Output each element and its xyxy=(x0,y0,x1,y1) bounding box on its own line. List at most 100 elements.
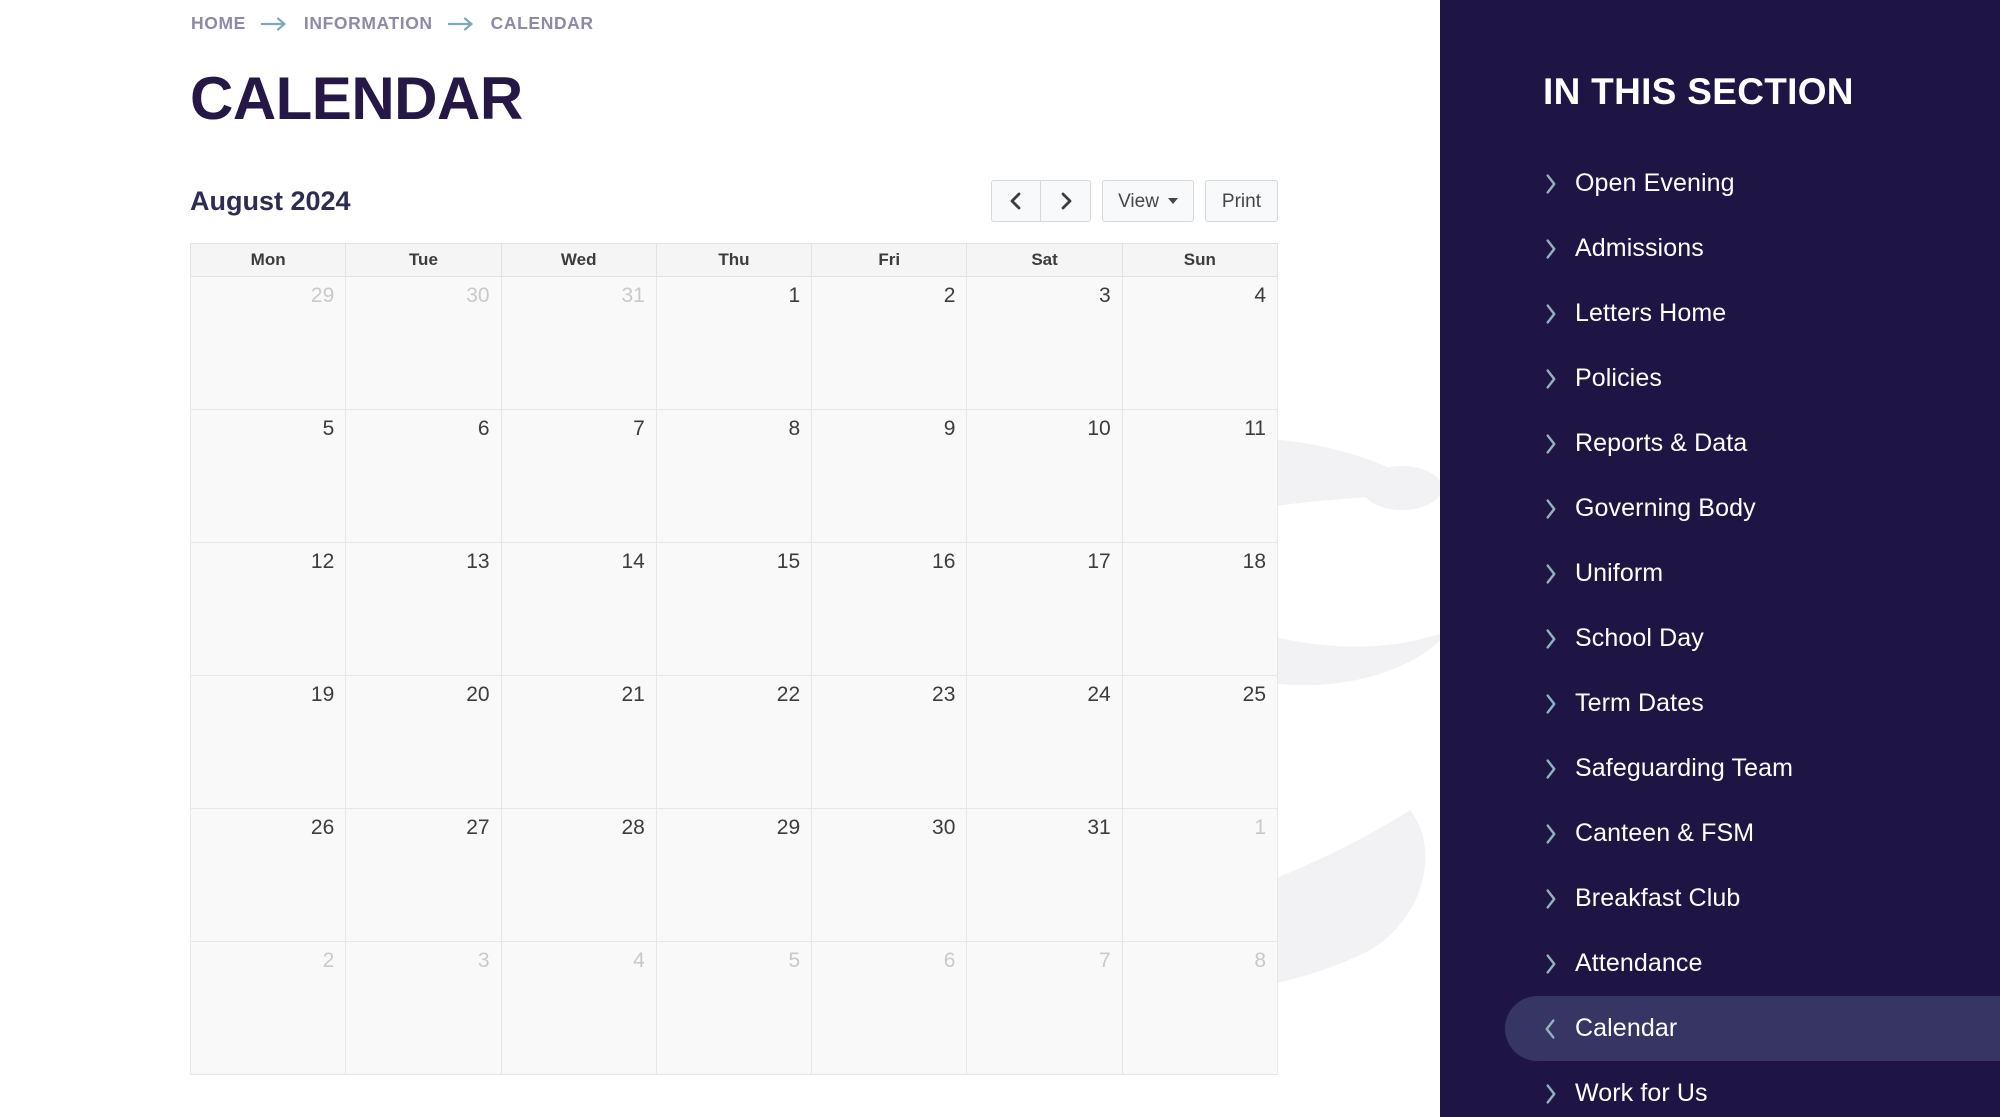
calendar-day-cell[interactable]: 23 xyxy=(811,675,968,809)
calendar-day-cell[interactable]: 26 xyxy=(189,808,347,942)
calendar-day-cell[interactable]: 30 xyxy=(811,808,968,942)
sidebar-link-open-evening[interactable]: Open Evening xyxy=(1440,151,2000,216)
chevron-right-icon xyxy=(1543,497,1558,521)
calendar-grid: Mon Tue Wed Thu Fri Sat Sun 29 30 31 1 2 3 4 5 6… xyxy=(189,243,1279,1075)
sidebar-link-attendance[interactable]: Attendance xyxy=(1440,931,2000,996)
sidebar-nav-list: Open Evening Admissions Letters Home Polici… xyxy=(1440,151,2000,1117)
sidebar-item-governing-body[interactable]: Governing Body xyxy=(1440,476,2000,541)
calendar-day-cell[interactable]: 20 xyxy=(345,675,502,809)
sidebar-link-term-dates[interactable]: Term Dates xyxy=(1440,671,2000,736)
calendar-day-cell[interactable]: 24 xyxy=(966,675,1123,809)
calendar-day-cell[interactable]: 12 xyxy=(189,542,347,676)
calendar-day-cell[interactable]: 13 xyxy=(345,542,502,676)
calendar-day-cell[interactable]: 5 xyxy=(189,409,347,543)
sidebar-link-calendar[interactable]: Calendar xyxy=(1505,996,2000,1061)
calendar-day-cell[interactable]: 1 xyxy=(1121,808,1279,942)
calendar-day-cell[interactable]: 29 xyxy=(189,276,347,410)
chevron-left-icon xyxy=(1008,191,1024,211)
chevron-right-icon xyxy=(1543,367,1558,391)
calendar-day-cell[interactable]: 30 xyxy=(345,276,502,410)
sidebar-link-policies[interactable]: Policies xyxy=(1440,346,2000,411)
sidebar-link-canteen-and-fsm[interactable]: Canteen & FSM xyxy=(1440,801,2000,866)
main-content: HOME INFORMATION CALENDAR CALENDAR Augus… xyxy=(0,0,1440,1117)
calendar-day-cell[interactable]: 5 xyxy=(655,941,813,1075)
calendar-day-cell[interactable]: 1 xyxy=(655,276,813,410)
breadcrumb-item-calendar: CALENDAR xyxy=(490,13,594,33)
sidebar-item-label: Calendar xyxy=(1575,1014,1678,1042)
sidebar-link-uniform[interactable]: Uniform xyxy=(1440,541,2000,606)
sidebar-link-work-for-us[interactable]: Work for Us xyxy=(1440,1061,2000,1117)
sidebar-item-school-day[interactable]: School Day xyxy=(1440,606,2000,671)
chevron-right-icon xyxy=(1543,952,1558,976)
calendar-day-cell[interactable]: 10 xyxy=(966,409,1123,543)
calendar-day-cell[interactable]: 9 xyxy=(811,409,968,543)
sidebar-item-canteen-and-fsm[interactable]: Canteen & FSM xyxy=(1440,801,2000,866)
sidebar-item-label: Work for Us xyxy=(1575,1079,1708,1107)
sidebar-item-breakfast-club[interactable]: Breakfast Club xyxy=(1440,866,2000,931)
calendar-day-cell[interactable]: 25 xyxy=(1121,675,1279,809)
calendar-day-cell[interactable]: 2 xyxy=(189,941,347,1075)
calendar-day-cell[interactable]: 3 xyxy=(966,276,1123,410)
sidebar-item-uniform[interactable]: Uniform xyxy=(1440,541,2000,606)
calendar-day-cell[interactable]: 7 xyxy=(966,941,1123,1075)
calendar-day-cell[interactable]: 28 xyxy=(500,808,657,942)
sidebar-link-admissions[interactable]: Admissions xyxy=(1440,216,2000,281)
calendar-day-cell[interactable]: 17 xyxy=(966,542,1123,676)
next-month-button[interactable] xyxy=(1041,180,1092,222)
sidebar-item-open-evening[interactable]: Open Evening xyxy=(1440,151,2000,216)
sidebar-item-label: Letters Home xyxy=(1575,299,1727,327)
sidebar-link-reports-and-data[interactable]: Reports & Data xyxy=(1440,411,2000,476)
sidebar-item-attendance[interactable]: Attendance xyxy=(1440,931,2000,996)
breadcrumb-item-home[interactable]: HOME xyxy=(191,13,246,34)
calendar-day-cell[interactable]: 11 xyxy=(1121,409,1279,543)
view-dropdown-button[interactable]: View xyxy=(1102,180,1194,222)
calendar-day-cell[interactable]: 19 xyxy=(189,675,347,809)
sidebar-item-label: Attendance xyxy=(1575,949,1703,977)
calendar-day-cell[interactable]: 8 xyxy=(655,409,813,543)
calendar-day-cell[interactable]: 22 xyxy=(655,675,813,809)
calendar-day-cell[interactable]: 6 xyxy=(811,941,968,1075)
chevron-right-icon xyxy=(1543,822,1558,846)
calendar-day-cell[interactable]: 4 xyxy=(1121,276,1279,410)
calendar-day-cell[interactable]: 14 xyxy=(500,542,657,676)
print-button[interactable]: Print xyxy=(1204,180,1278,222)
sidebar-link-school-day[interactable]: School Day xyxy=(1440,606,2000,671)
sidebar-item-reports-and-data[interactable]: Reports & Data xyxy=(1440,411,2000,476)
calendar-week-row: 29 30 31 1 2 3 4 xyxy=(189,276,1279,410)
sidebar-item-policies[interactable]: Policies xyxy=(1440,346,2000,411)
calendar-day-cell[interactable]: 31 xyxy=(966,808,1123,942)
calendar-day-cell[interactable]: 2 xyxy=(811,276,968,410)
sidebar-item-term-dates[interactable]: Term Dates xyxy=(1440,671,2000,736)
calendar-day-cell[interactable]: 8 xyxy=(1121,941,1279,1075)
calendar-day-cell[interactable]: 31 xyxy=(500,276,657,410)
calendar-day-cell[interactable]: 7 xyxy=(500,409,657,543)
page-title: CALENDAR xyxy=(190,65,523,132)
calendar-day-cell[interactable]: 6 xyxy=(345,409,502,543)
calendar-day-cell[interactable]: 16 xyxy=(811,542,968,676)
sidebar-item-calendar[interactable]: Calendar xyxy=(1505,996,2000,1061)
sidebar-item-safeguarding-team[interactable]: Safeguarding Team xyxy=(1440,736,2000,801)
chevron-right-icon xyxy=(1543,1082,1558,1106)
calendar-day-cell[interactable]: 27 xyxy=(345,808,502,942)
calendar-day-cell[interactable]: 4 xyxy=(500,941,657,1075)
breadcrumb-item-information[interactable]: INFORMATION xyxy=(304,13,433,34)
sidebar-link-breakfast-club[interactable]: Breakfast Club xyxy=(1440,866,2000,931)
sidebar-link-safeguarding-team[interactable]: Safeguarding Team xyxy=(1440,736,2000,801)
calendar-day-cell[interactable]: 29 xyxy=(655,808,813,942)
sidebar-item-admissions[interactable]: Admissions xyxy=(1440,216,2000,281)
sidebar-item-letters-home[interactable]: Letters Home xyxy=(1440,281,2000,346)
day-header-fri: Fri xyxy=(811,243,968,277)
previous-month-button[interactable] xyxy=(991,180,1042,222)
day-header-sat: Sat xyxy=(966,243,1123,277)
calendar-day-cell[interactable]: 18 xyxy=(1121,542,1279,676)
chevron-right-icon xyxy=(1543,757,1558,781)
calendar-day-cell[interactable]: 15 xyxy=(655,542,813,676)
sidebar-item-label: Admissions xyxy=(1575,234,1704,262)
calendar-day-cell[interactable]: 21 xyxy=(500,675,657,809)
calendar-header-row: Mon Tue Wed Thu Fri Sat Sun xyxy=(189,243,1279,277)
chevron-right-icon xyxy=(1058,191,1074,211)
sidebar-item-work-for-us[interactable]: Work for Us xyxy=(1440,1061,2000,1117)
sidebar-link-governing-body[interactable]: Governing Body xyxy=(1440,476,2000,541)
sidebar-link-letters-home[interactable]: Letters Home xyxy=(1440,281,2000,346)
calendar-day-cell[interactable]: 3 xyxy=(345,941,502,1075)
